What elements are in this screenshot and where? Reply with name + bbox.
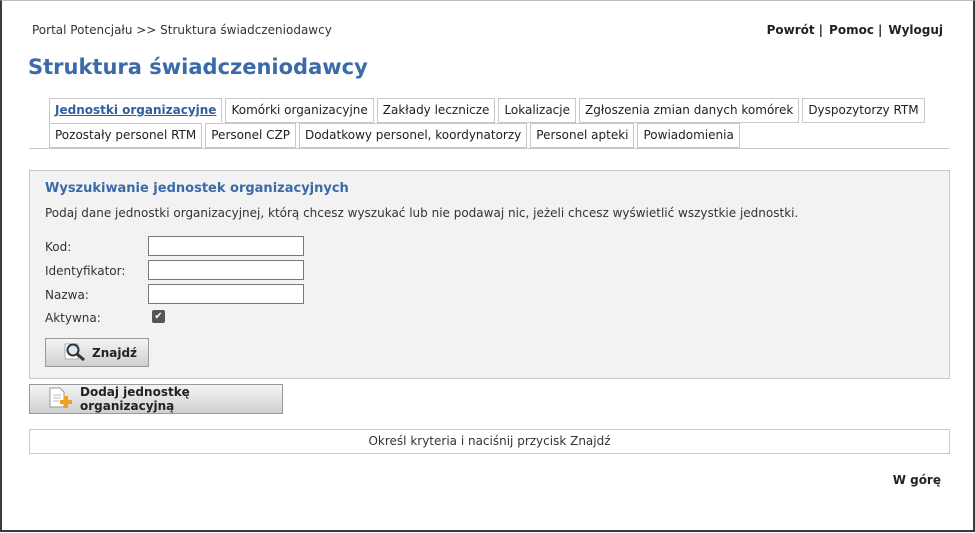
search-button[interactable]: Znajdź xyxy=(45,338,149,367)
kod-input[interactable] xyxy=(148,236,304,256)
add-unit-button[interactable]: Dodaj jednostkę organizacyjną xyxy=(29,384,283,414)
tab-bar: Jednostki organizacyjne Komórki organiza… xyxy=(49,98,949,148)
breadcrumb: Portal Potencjału >> Struktura świadczen… xyxy=(32,23,332,37)
identyfikator-input[interactable] xyxy=(148,260,304,280)
tab-lokalizacje[interactable]: Lokalizacje xyxy=(498,98,576,123)
logout-link[interactable]: Wyloguj xyxy=(888,23,943,37)
tab-komorki-organizacyjne[interactable]: Komórki organizacyjne xyxy=(225,98,374,123)
page-title: Struktura świadczeniodawcy xyxy=(28,55,368,79)
nazwa-label: Nazwa: xyxy=(45,288,89,302)
tab-row-1: Jednostki organizacyjne Komórki organiza… xyxy=(49,98,949,123)
nazwa-input[interactable] xyxy=(148,284,304,304)
tab-row-2: Pozostały personel RTM Personel CZP Doda… xyxy=(49,123,949,148)
tab-zaklady-lecznicze[interactable]: Zakłady lecznicze xyxy=(376,98,496,123)
aktywna-label: Aktywna: xyxy=(45,311,101,325)
tab-powiadomienia[interactable]: Powiadomienia xyxy=(637,123,740,148)
tab-pozostaly-personel-rtm[interactable]: Pozostały personel RTM xyxy=(49,123,203,148)
kod-label: Kod: xyxy=(45,240,72,254)
back-to-top-link[interactable]: W górę xyxy=(893,473,941,487)
search-panel: Wyszukiwanie jednostek organizacyjnych P… xyxy=(29,170,950,379)
checkmark-icon: ✔ xyxy=(154,311,163,322)
tab-dodatkowy-personel[interactable]: Dodatkowy personel, koordynatorzy xyxy=(298,123,528,148)
tab-jednostki-organizacyjne[interactable]: Jednostki organizacyjne xyxy=(49,98,223,123)
search-panel-description: Podaj dane jednostki organizacyjnej, któ… xyxy=(45,206,799,220)
back-link[interactable]: Powrót xyxy=(767,23,815,37)
search-panel-title: Wyszukiwanie jednostek organizacyjnych xyxy=(45,181,349,196)
help-link[interactable]: Pomoc xyxy=(829,23,874,37)
nav-separator: | xyxy=(818,23,824,37)
tab-zgloszenia-zmian[interactable]: Zgłoszenia zmian danych komórek xyxy=(578,98,800,123)
tab-personel-czp[interactable]: Personel CZP xyxy=(205,123,296,148)
aktywna-checkbox[interactable]: ✔ xyxy=(152,310,165,323)
top-navigation: Powrót | Pomoc | Wyloguj xyxy=(767,23,943,37)
app-frame: Portal Potencjału >> Struktura świadczen… xyxy=(0,0,975,532)
results-message: Określ kryteria i naciśnij przycisk Znaj… xyxy=(29,429,950,454)
document-add-icon xyxy=(46,387,76,412)
add-unit-button-label: Dodaj jednostkę organizacyjną xyxy=(80,385,190,413)
search-button-label: Znajdź xyxy=(92,345,138,360)
tab-personel-apteki[interactable]: Personel apteki xyxy=(530,123,635,148)
identyfikator-label: Identyfikator: xyxy=(45,264,126,278)
magnifier-icon xyxy=(64,341,88,364)
tabs-divider xyxy=(29,148,949,149)
tab-dyspozytorzy-rtm[interactable]: Dyspozytorzy RTM xyxy=(802,98,925,123)
nav-separator: | xyxy=(877,23,883,37)
